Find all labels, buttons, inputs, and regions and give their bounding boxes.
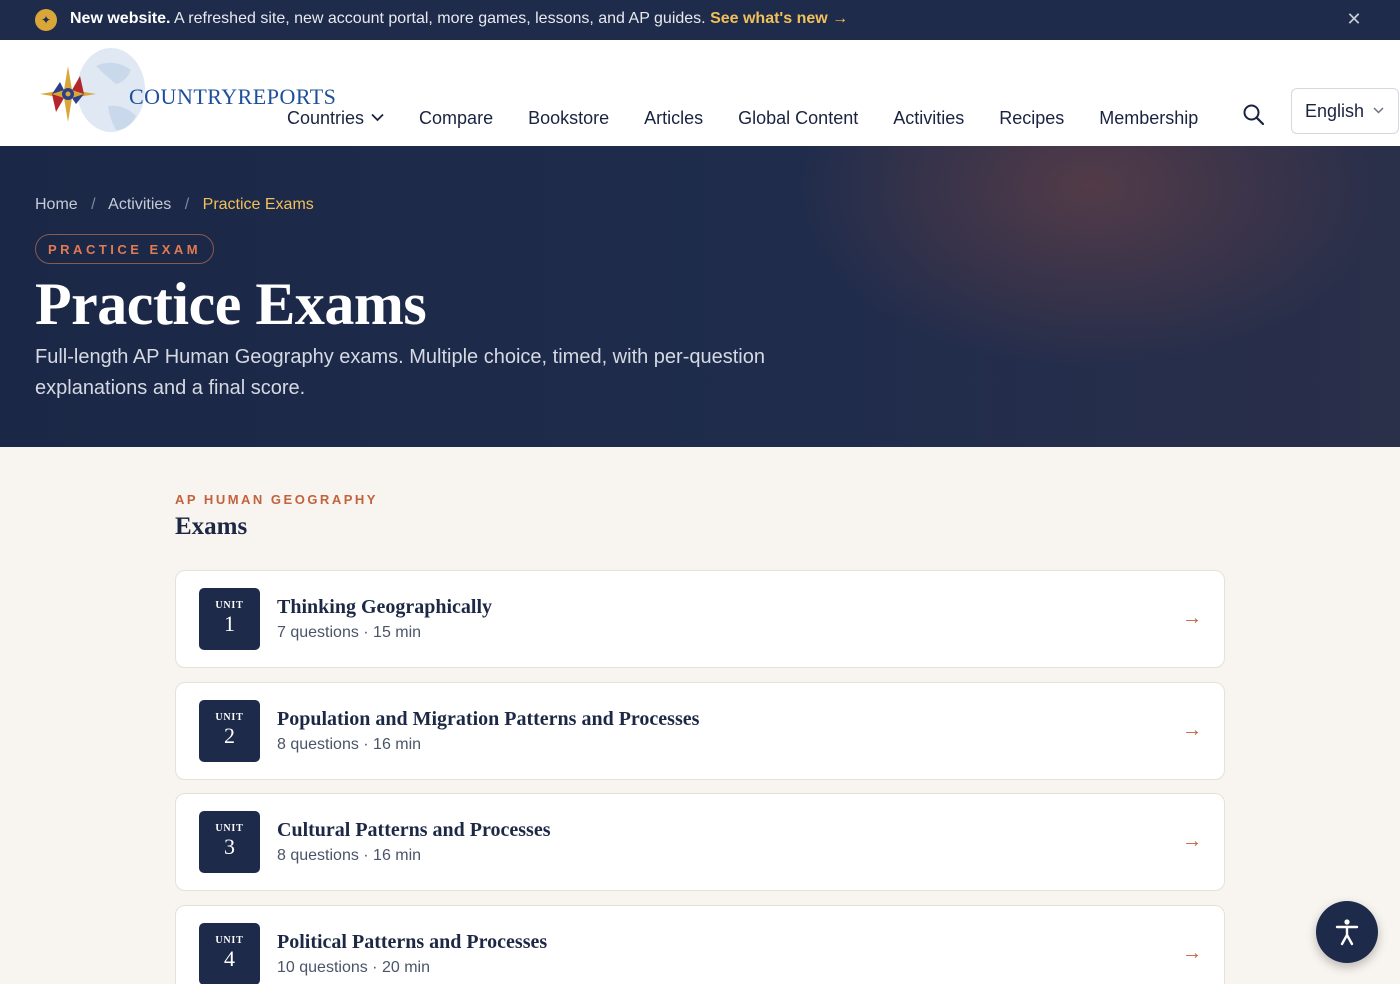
nav-bookstore[interactable]: Bookstore bbox=[528, 108, 609, 129]
exam-card[interactable]: UNIT 3 Cultural Patterns and Processes 8… bbox=[175, 793, 1225, 891]
sparkle-icon: ✦ bbox=[35, 9, 57, 31]
announcement-bold: New website. bbox=[70, 10, 171, 27]
site-logo[interactable]: COUNTRYREPORTS bbox=[36, 46, 336, 138]
page-subtitle: Full-length AP Human Geography exams. Mu… bbox=[35, 346, 765, 399]
hero-banner: Home / Activities / Practice Exams PRACT… bbox=[0, 146, 1400, 447]
arrow-right-icon: → bbox=[1182, 942, 1202, 964]
page-title: Practice Exams bbox=[35, 271, 427, 337]
exam-card[interactable]: UNIT 2 Population and Migration Patterns… bbox=[175, 682, 1225, 780]
announcement-link[interactable]: See what's new → bbox=[710, 10, 848, 27]
nav-activities[interactable]: Activities bbox=[893, 108, 964, 129]
chevron-down-icon bbox=[371, 110, 384, 125]
unit-label: UNIT bbox=[215, 712, 244, 723]
language-select[interactable]: English bbox=[1291, 88, 1399, 134]
exam-meta: 8 questions · 16 min bbox=[277, 847, 422, 864]
exam-meta: 7 questions · 15 min bbox=[277, 624, 422, 641]
announcement-message: New website. A refreshed site, new accou… bbox=[70, 10, 848, 28]
close-icon[interactable]: ✕ bbox=[1344, 9, 1364, 29]
breadcrumb: Home / Activities / Practice Exams bbox=[35, 196, 314, 214]
unit-label: UNIT bbox=[215, 823, 244, 834]
search-icon[interactable] bbox=[1242, 103, 1266, 127]
unit-number: 3 bbox=[224, 834, 235, 859]
language-label: English bbox=[1305, 100, 1365, 121]
unit-badge: UNIT 1 bbox=[199, 588, 260, 650]
exam-card[interactable]: UNIT 4 Political Patterns and Processes … bbox=[175, 905, 1225, 984]
section-kicker: AP HUMAN GEOGRAPHY bbox=[175, 492, 378, 507]
site-header: COUNTRYREPORTS Countries Compare Booksto… bbox=[0, 40, 1400, 146]
arrow-right-icon: → bbox=[1182, 607, 1202, 629]
exam-card[interactable]: UNIT 1 Thinking Geographically 7 questio… bbox=[175, 570, 1225, 668]
exam-title: Population and Migration Patterns and Pr… bbox=[277, 708, 700, 730]
unit-badge: UNIT 4 bbox=[199, 923, 260, 984]
unit-label: UNIT bbox=[215, 935, 244, 946]
unit-number: 4 bbox=[224, 946, 235, 971]
breadcrumb-separator: / bbox=[91, 196, 96, 213]
accessibility-button[interactable] bbox=[1316, 901, 1378, 963]
accessibility-icon bbox=[1335, 919, 1359, 946]
nav-articles[interactable]: Articles bbox=[644, 108, 703, 129]
unit-badge: UNIT 3 bbox=[199, 811, 260, 873]
arrow-right-icon: → bbox=[1182, 719, 1202, 741]
category-pill: PRACTICE EXAM bbox=[35, 234, 215, 264]
nav-global-content[interactable]: Global Content bbox=[738, 108, 858, 129]
chevron-down-icon bbox=[1373, 105, 1384, 117]
announcement-text: A refreshed site, new account portal, mo… bbox=[174, 10, 706, 27]
breadcrumb-activities[interactable]: Activities bbox=[108, 196, 171, 213]
breadcrumb-current: Practice Exams bbox=[202, 196, 314, 213]
arrow-right-icon: → bbox=[1182, 830, 1202, 852]
nav-recipes[interactable]: Recipes bbox=[999, 108, 1064, 129]
logo-text: COUNTRYREPORTS bbox=[129, 84, 337, 109]
exam-title: Thinking Geographically bbox=[277, 596, 493, 618]
exam-meta: 8 questions · 16 min bbox=[277, 736, 422, 753]
unit-number: 1 bbox=[224, 611, 235, 636]
exam-meta: 10 questions · 20 min bbox=[277, 959, 430, 976]
nav-countries-label: Countries bbox=[287, 108, 365, 128]
unit-label: UNIT bbox=[215, 600, 244, 611]
breadcrumb-separator: / bbox=[184, 196, 190, 213]
exam-title: Cultural Patterns and Processes bbox=[277, 819, 551, 841]
unit-badge: UNIT 2 bbox=[199, 700, 260, 762]
unit-number: 2 bbox=[224, 723, 235, 748]
breadcrumb-home[interactable]: Home bbox=[35, 196, 78, 213]
main-nav: Countries Compare Bookstore Articles Glo… bbox=[287, 108, 1233, 129]
exam-title: Political Patterns and Processes bbox=[277, 931, 548, 953]
section-title: Exams bbox=[175, 513, 248, 540]
nav-compare[interactable]: Compare bbox=[419, 108, 493, 129]
nav-membership[interactable]: Membership bbox=[1099, 108, 1198, 129]
nav-countries[interactable]: Countries bbox=[287, 108, 384, 129]
announcement-bar: ✦ New website. A refreshed site, new acc… bbox=[0, 0, 1400, 40]
